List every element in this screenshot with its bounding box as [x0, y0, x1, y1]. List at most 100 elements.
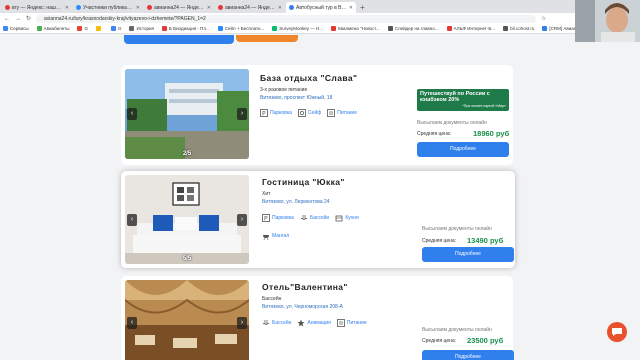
bookmark-item[interactable]: История: [129, 26, 154, 31]
forward-arrow-icon[interactable]: →: [15, 16, 21, 22]
amenity-item: Мангал: [262, 232, 289, 240]
back-arrow-icon[interactable]: ←: [4, 16, 10, 22]
parking-icon: P: [262, 214, 270, 222]
details-button[interactable]: Подробнее: [422, 350, 514, 360]
grill-icon: [263, 235, 269, 240]
bookmark-item[interactable]: Сейл + Бесплатн...: [217, 26, 264, 31]
top-orange-button[interactable]: [236, 35, 298, 42]
close-icon[interactable]: ✕: [349, 5, 353, 11]
bookmark-item[interactable]: Сервисы: [3, 26, 29, 31]
promo-banner[interactable]: Путешествуй по России с кэшбэком 20% *Пр…: [417, 89, 509, 111]
bookmark-favicon-icon: [161, 26, 167, 31]
bookmark-item[interactable]: G: [77, 26, 88, 31]
browser-tab[interactable]: Участники публикации - Zoom ✕: [73, 2, 143, 13]
bookmark-item[interactable]: [95, 26, 103, 31]
photo-next-button[interactable]: ›: [237, 108, 247, 120]
browser-tab[interactable]: авианна24 — Яндекс: нашлось ✕: [144, 2, 214, 13]
tab-favicon-icon: [76, 5, 81, 10]
bookmark-favicon-icon: [217, 26, 223, 31]
hotel-subtitle: 3-х разовое питание: [260, 87, 308, 93]
photo-counter: 2/5: [182, 151, 192, 157]
price-value: 13490 руб: [467, 236, 504, 245]
hotel-title[interactable]: База отдыха "Слава": [260, 73, 357, 83]
amenity-item: Бассейн: [300, 214, 329, 222]
tab-favicon-icon: [5, 5, 10, 10]
bookmark-item[interactable]: АЛЬФ Интернет-Б...: [446, 26, 496, 31]
bookmark-item[interactable]: SurveyMonkey — Н...: [272, 26, 323, 31]
bookmark-favicon-icon: [110, 26, 116, 31]
photo-prev-button[interactable]: ‹: [127, 108, 137, 120]
bookmark-label: bil.cohost.ru: [510, 26, 535, 31]
bookmark-favicon-icon: [77, 26, 83, 31]
apps-icon: [3, 26, 8, 31]
price-value: 18960 руб: [473, 129, 510, 138]
bookmark-label: Сервисы: [10, 26, 29, 31]
close-icon[interactable]: ✕: [65, 5, 69, 11]
star-icon[interactable]: ☆: [541, 15, 546, 22]
photo-next-button[interactable]: ›: [237, 213, 247, 226]
top-blue-button[interactable]: [124, 35, 234, 44]
chat-icon: [612, 328, 622, 336]
hotel-title[interactable]: Гостиница "Юкка": [262, 177, 345, 187]
tab-label: авианна24 — Яндекс: нашлось: [154, 4, 205, 11]
hotel-photo: ‹ › 2/5: [125, 69, 249, 159]
hotel-title[interactable]: Отель"Валентина": [262, 282, 348, 292]
details-button[interactable]: Подробнее: [422, 247, 514, 262]
pool-icon: [262, 320, 270, 325]
bookmark-item[interactable]: Б Биодиация - Пл...: [161, 26, 210, 31]
amenity-label: Мангал: [272, 233, 290, 239]
amenity-item: Питание: [327, 109, 357, 117]
url-input[interactable]: avianna24.ru/tury/krasnodarskiy-kraj/vit…: [36, 14, 537, 23]
amenity-label: Кухня: [345, 215, 359, 221]
browser-tab[interactable]: авианна24 — Яндекс: нашлось ✕: [215, 2, 285, 13]
hotel-address[interactable]: Витязево, ул. Черноморская 208-А: [262, 304, 343, 310]
page-margin: [570, 35, 640, 360]
browser-tab-active[interactable]: Автобусный тур в Витязево из ✕: [286, 2, 356, 13]
photo-prev-button[interactable]: ‹: [127, 213, 137, 226]
amenity-item: P Парковка: [260, 109, 292, 117]
bookmark-label: АЛЬФ Интернет-Б...: [453, 26, 496, 31]
browser-tab[interactable]: вгу — Яндекс: нашлось 4 млн ✕: [2, 2, 72, 13]
meal-icon: [336, 319, 345, 327]
new-tab-button[interactable]: +: [360, 2, 365, 13]
bookmark-favicon-icon: [387, 26, 393, 31]
tab-label: вгу — Яндекс: нашлось 4 млн: [12, 4, 63, 11]
hotel-address[interactable]: Витязево, проспект Южный, 18: [260, 95, 332, 101]
hotel-card: ‹ › 2/5 База отдыха "Слава" 3-х разовое …: [121, 65, 513, 165]
hotel-address[interactable]: Витязево, ул. Лермонтова 24: [262, 199, 330, 205]
amenities-list: P Парковка Сейф Питание: [260, 109, 357, 117]
close-icon[interactable]: ✕: [278, 5, 282, 11]
bookmark-favicon-icon: [272, 26, 278, 31]
address-bar: ← → ↻ avianna24.ru/tury/krasnodarskiy-kr…: [0, 13, 640, 24]
hotel-card: ‹ › Отель"Валентина" Бассейн Витязево, у…: [121, 276, 514, 360]
tab-favicon-icon: [289, 5, 294, 10]
bookmark-item[interactable]: bil.cohost.ru: [503, 26, 534, 31]
price-value: 23500 руб: [467, 336, 504, 345]
photo-prev-button[interactable]: ‹: [127, 317, 137, 329]
chat-button[interactable]: [607, 322, 627, 342]
details-button[interactable]: Подробнее: [417, 142, 509, 157]
page-content: ‹ › 2/5 База отдыха "Слава" 3-х разовое …: [0, 35, 570, 360]
bookmark-item[interactable]: Слейдер на главно...: [387, 26, 439, 31]
tab-label: Участники публикации - Zoom: [83, 4, 134, 11]
close-icon[interactable]: ✕: [136, 5, 140, 11]
bookmark-item[interactable]: Авиабилеты: [36, 26, 69, 31]
bookmarks-bar: Сервисы Авиабилеты G G История Б Биодиац…: [0, 24, 640, 34]
bookmark-favicon-icon: [446, 26, 452, 31]
reload-icon[interactable]: ↻: [26, 15, 31, 22]
close-icon[interactable]: ✕: [207, 5, 211, 11]
docs-online-text: Высылаем документы онлайн: [422, 226, 492, 232]
bookmark-favicon-icon: [542, 26, 548, 31]
bookmark-item[interactable]: G: [110, 26, 121, 31]
bookmark-favicon-icon: [36, 26, 42, 31]
amenities-list: Бассейн Анимация Питание: [262, 319, 367, 327]
hotel-photo-image: [125, 69, 249, 159]
amenity-item: Кухня: [335, 214, 359, 222]
pool-icon: [300, 215, 308, 220]
amenities-list: P Парковка Бассейн Кухня: [262, 214, 359, 222]
bookmark-label: Б Биодиация - Пл...: [168, 26, 210, 31]
bookmark-item[interactable]: Квалмена "Новост...: [331, 26, 380, 31]
amenity-label: Бассейн: [309, 215, 330, 221]
hotel-subtitle: Хит: [262, 191, 271, 197]
photo-next-button[interactable]: ›: [237, 317, 247, 329]
